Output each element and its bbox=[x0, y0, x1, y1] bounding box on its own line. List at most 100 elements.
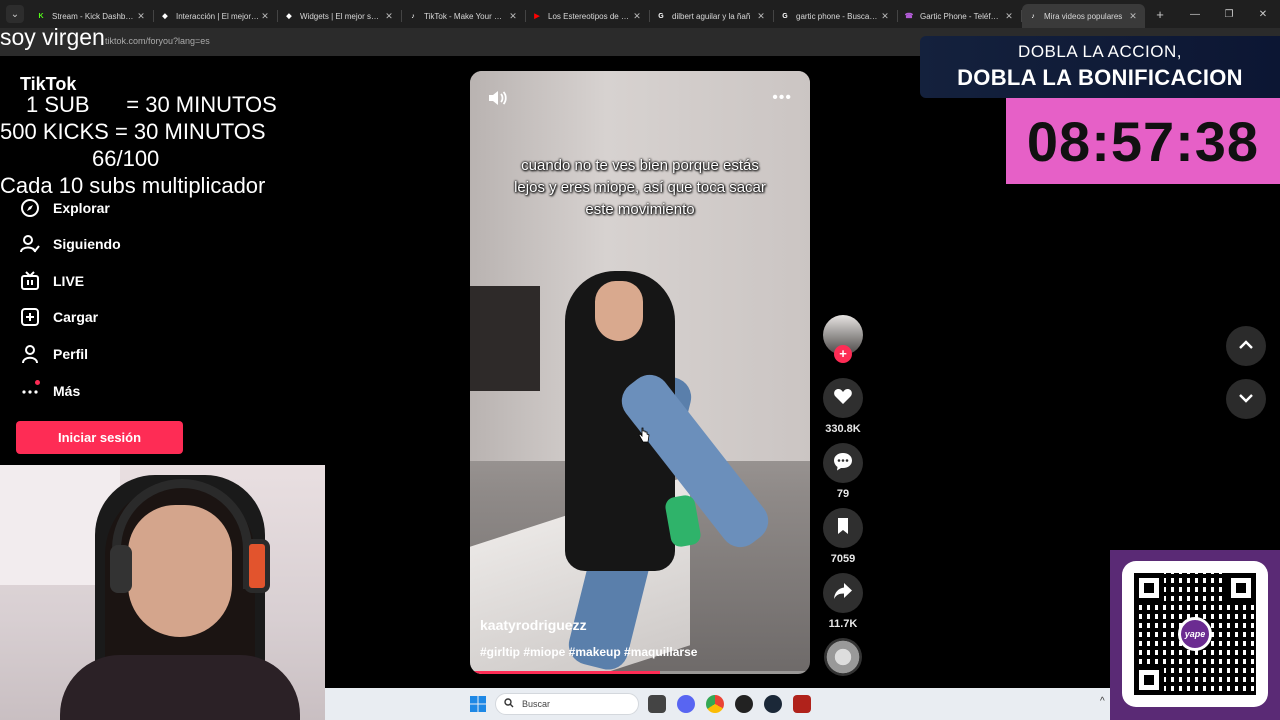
browser-tab[interactable]: Gdilbert aguilar y la ñañ ✕ bbox=[650, 4, 773, 28]
sidebar-item-label: Siguiendo bbox=[53, 236, 121, 252]
sidebar-item-label: Cargar bbox=[53, 309, 99, 325]
sidebar-item-live[interactable]: LIVE bbox=[18, 269, 84, 293]
tab-title: Widgets | El mejor softwa bbox=[300, 11, 383, 21]
share-arrow-icon bbox=[833, 582, 853, 605]
new-tab-button[interactable]: + bbox=[1149, 7, 1171, 22]
tab-close-icon[interactable]: ✕ bbox=[631, 11, 643, 22]
chevron-down-icon bbox=[1238, 390, 1254, 408]
more-options-icon[interactable]: ••• bbox=[772, 89, 792, 107]
tab-close-icon[interactable]: ✕ bbox=[1003, 11, 1015, 22]
volume-icon[interactable] bbox=[486, 87, 508, 109]
windows-taskbar: Buscar ^ bbox=[325, 688, 1110, 720]
diamond-icon: ◆ bbox=[162, 13, 168, 20]
overlay-goal-counter: 66/100 bbox=[92, 146, 160, 171]
chrome-icon[interactable] bbox=[706, 695, 724, 713]
comment-icon bbox=[833, 451, 853, 476]
browser-tab-bar: ⌄ K Stream - Kick Dashboard ✕ ◆ Interacción … bbox=[0, 0, 1280, 28]
qr-pattern: yape bbox=[1134, 573, 1256, 695]
upload-plus-icon bbox=[18, 305, 42, 329]
minimize-icon[interactable]: — bbox=[1178, 0, 1212, 28]
video-hashtags[interactable]: #girltip #miope #makeup #maquillarse bbox=[480, 645, 697, 659]
tiktok-icon: ♪ bbox=[1031, 12, 1035, 20]
tab-close-icon[interactable]: ✕ bbox=[383, 11, 395, 22]
sidebar-item-label: Más bbox=[53, 383, 81, 399]
previous-video-button[interactable] bbox=[1226, 326, 1266, 366]
video-person-face bbox=[595, 281, 643, 341]
browser-tab[interactable]: ◆ Widgets | El mejor softwa ✕ bbox=[278, 4, 401, 28]
browser-tab[interactable]: ♪ Mira videos populares ✕ bbox=[1022, 4, 1145, 28]
webcam-headset-ear-left bbox=[110, 545, 132, 593]
video-progress-bar[interactable] bbox=[470, 671, 810, 674]
diamond-icon: ◆ bbox=[286, 13, 292, 20]
bonus-banner: DOBLA LA ACCION, DOBLA LA BONIFICACION bbox=[920, 36, 1280, 98]
next-video-button[interactable] bbox=[1226, 379, 1266, 419]
share-button[interactable] bbox=[823, 573, 863, 613]
more-dots-icon bbox=[18, 379, 42, 403]
maximize-icon[interactable]: ❐ bbox=[1212, 0, 1246, 28]
save-button[interactable] bbox=[823, 508, 863, 548]
sidebar-item-perfil[interactable]: Perfil bbox=[18, 342, 88, 366]
qr-finder-top-left bbox=[1134, 573, 1164, 603]
tab-title: TikTok - Make Your Day bbox=[424, 11, 507, 21]
browser-tab[interactable]: Ggartic phone - Buscar co ✕ bbox=[774, 4, 897, 28]
tab-search-dropdown-icon[interactable]: ⌄ bbox=[6, 5, 24, 23]
video-mirror bbox=[470, 286, 540, 391]
browser-tab[interactable]: ◆ Interacción | El mejor so ✕ bbox=[154, 4, 277, 28]
search-icon bbox=[504, 695, 514, 713]
webcam-person-body bbox=[60, 655, 300, 720]
google-icon: G bbox=[658, 12, 664, 20]
windows-start-icon[interactable] bbox=[470, 696, 486, 712]
overlay-sub-rule: 1 SUB = 30 MINUTOS bbox=[26, 92, 277, 117]
like-button[interactable] bbox=[823, 378, 863, 418]
task-view-icon[interactable] bbox=[648, 695, 666, 713]
tab-close-icon[interactable]: ✕ bbox=[755, 11, 767, 22]
save-count: 7059 bbox=[830, 553, 856, 565]
obs-icon[interactable] bbox=[735, 695, 753, 713]
tab-close-icon[interactable]: ✕ bbox=[135, 11, 147, 22]
game-app-icon[interactable] bbox=[793, 695, 811, 713]
url-text[interactable]: tiktok.com/foryou?lang=es bbox=[105, 36, 210, 46]
tab-close-icon[interactable]: ✕ bbox=[879, 11, 891, 22]
video-player[interactable]: cuando no te ves bien porque estás lejos… bbox=[470, 71, 810, 674]
tab-strip: K Stream - Kick Dashboard ✕ ◆ Interacción | … bbox=[30, 0, 1145, 28]
compass-icon bbox=[18, 196, 42, 220]
follow-plus-icon[interactable]: + bbox=[834, 345, 852, 363]
video-author[interactable]: kaatyrodriguezz bbox=[480, 617, 587, 633]
tab-close-icon[interactable]: ✕ bbox=[1127, 11, 1139, 22]
browser-tab[interactable]: ☎ Gartic Phone - Teléfono ✕ bbox=[898, 4, 1021, 28]
browser-tab[interactable]: ♪ TikTok - Make Your Day ✕ bbox=[402, 4, 525, 28]
browser-tab[interactable]: ▶ Los Estereotipos de MUJ ✕ bbox=[526, 4, 649, 28]
share-count: 11.7K bbox=[828, 618, 858, 630]
tab-title: gartic phone - Buscar co bbox=[796, 11, 879, 21]
overlay-kicks-rule: 500 KICKS = 30 MINUTOS bbox=[0, 119, 266, 144]
tab-close-icon[interactable]: ✕ bbox=[259, 11, 271, 22]
tab-title: Los Estereotipos de MUJ bbox=[548, 11, 631, 21]
discord-icon[interactable] bbox=[677, 695, 695, 713]
close-window-icon[interactable]: ✕ bbox=[1246, 0, 1280, 28]
tab-title: Mira videos populares bbox=[1044, 11, 1123, 21]
sidebar-item-siguiendo[interactable]: Siguiendo bbox=[18, 232, 121, 256]
comment-button[interactable] bbox=[823, 443, 863, 483]
music-disc-icon[interactable] bbox=[824, 638, 862, 676]
sidebar-item-explorar[interactable]: Explorar bbox=[18, 196, 110, 220]
sidebar-item-cargar[interactable]: Cargar bbox=[18, 305, 98, 329]
tray-chevron-icon[interactable]: ^ bbox=[1100, 696, 1105, 707]
subathon-timer: 08:57:38 bbox=[1006, 98, 1280, 184]
taskbar-search[interactable]: Buscar bbox=[495, 693, 639, 715]
tab-title: Stream - Kick Dashboard bbox=[52, 11, 135, 21]
yape-logo: yape bbox=[1178, 617, 1212, 651]
steam-icon[interactable] bbox=[764, 695, 782, 713]
banner-line-1: DOBLA LA ACCION, bbox=[1018, 42, 1182, 61]
overlay-top-text: soy virgen bbox=[0, 24, 105, 50]
profile-icon bbox=[18, 342, 42, 366]
live-tv-icon bbox=[18, 269, 42, 293]
sidebar-item-mas[interactable]: Más bbox=[18, 379, 80, 403]
video-caption: cuando no te ves bien porque estás lejos… bbox=[514, 157, 766, 218]
login-button[interactable]: Iniciar sesión bbox=[16, 421, 183, 454]
comment-count: 79 bbox=[836, 488, 850, 500]
webcam-feed bbox=[0, 465, 325, 720]
like-count: 330.8K bbox=[825, 423, 861, 435]
webcam-headset-ear-right bbox=[244, 539, 270, 593]
tab-close-icon[interactable]: ✕ bbox=[507, 11, 519, 22]
kick-icon: K bbox=[38, 12, 44, 20]
